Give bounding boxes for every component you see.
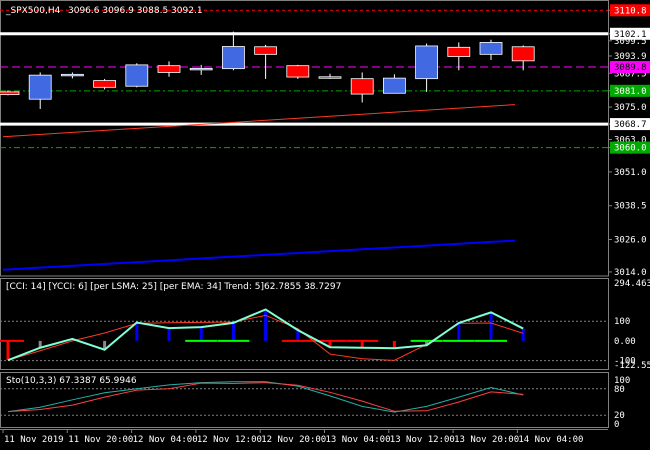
price-tick-label: 3051.0	[614, 168, 647, 178]
time-tick-label: 11 Nov 20:00	[68, 435, 133, 445]
price-level-badge-text: 3102.1	[614, 30, 647, 40]
candle-body[interactable]	[511, 46, 535, 62]
candle-body[interactable]	[221, 46, 245, 70]
header-symbol: _SPX500,H4	[5, 6, 61, 16]
time-tick-label: 12 Nov 12:00	[197, 435, 262, 445]
candle-body[interactable]	[415, 45, 439, 80]
time-axis: 11 Nov 2019 11 Nov 20:00 12 Nov 04:00 12 No…	[0, 429, 608, 445]
sto-signal-line	[7, 381, 524, 413]
cci-axis-label: 0.00	[614, 337, 636, 347]
price-level-badge-text: 3110.8	[614, 6, 647, 16]
candle-body[interactable]	[125, 64, 149, 87]
trend-line-blue	[2, 239, 516, 271]
candle-body[interactable]	[93, 80, 116, 88]
price-level-badge-text: 3068.7	[614, 120, 647, 130]
time-tick-label: 13 Nov 20:00	[454, 435, 519, 445]
price-tick-label: 3075.0	[614, 103, 647, 113]
candle-body[interactable]	[28, 74, 52, 100]
cci-axis-label: 100	[614, 317, 630, 327]
candle-body[interactable]	[189, 67, 213, 71]
time-tick-label: 11 Nov 2019	[4, 435, 64, 445]
cci-panel-frame	[0, 278, 609, 370]
cci-values: 62.7855 38.7297	[264, 282, 341, 292]
candle-body[interactable]	[350, 78, 374, 95]
trend-line-red	[2, 104, 516, 138]
candle-body[interactable]	[286, 65, 310, 78]
price-tick-label: 3093.9	[614, 52, 647, 62]
candle-body[interactable]	[318, 76, 342, 79]
price-level-badge-text: 3081.0	[614, 87, 647, 97]
cci-title: [CCI: 14] [YCCI: 6] [per LSMA: 25] [per …	[6, 282, 264, 292]
price-tick-label: 3014.0	[614, 268, 647, 278]
time-tick-label: 13 Nov 12:00	[390, 435, 455, 445]
candle-body[interactable]	[157, 65, 181, 73]
trading-chart[interactable]: 3110.83102.13099.53093.93087.53081.03075…	[0, 0, 650, 450]
candle-body[interactable]	[382, 77, 406, 94]
candle-body[interactable]	[61, 73, 84, 77]
candle-body[interactable]	[479, 42, 503, 55]
header-ohlc: 3096.6 3096.9 3088.5 3092.1	[68, 6, 203, 16]
price-tick-label: 3026.0	[614, 236, 647, 246]
time-tick-label: 12 Nov 04:00	[133, 435, 198, 445]
cci-axis-label: -122.5510	[614, 361, 650, 371]
time-tick-label: 12 Nov 20:00	[261, 435, 326, 445]
main-price-panel[interactable]	[0, 0, 609, 277]
price-tick-label: 3038.5	[614, 202, 647, 212]
sto-title: Sto(10,3,3) 67.3387 65.9946	[6, 376, 137, 386]
price-axis: 3110.83102.13099.53093.93087.53081.03075…	[608, 4, 650, 430]
candle-body[interactable]	[254, 46, 278, 55]
time-tick-label: 13 Nov 04:00	[326, 435, 391, 445]
main-panel-frame	[0, 0, 609, 277]
candle-body[interactable]	[0, 91, 20, 96]
time-tick-label: 14 Nov 04:00	[518, 435, 583, 445]
candle-body[interactable]	[447, 46, 471, 57]
cci-panel[interactable]	[0, 278, 609, 370]
sto-axis-label: 0	[614, 420, 619, 430]
cci-axis-label: 294.4631	[614, 279, 650, 289]
price-level-badge-text: 3089.8	[614, 63, 647, 73]
sto-axis-label: 80	[614, 385, 625, 395]
price-level-badge-text: 3060.0	[614, 144, 647, 154]
